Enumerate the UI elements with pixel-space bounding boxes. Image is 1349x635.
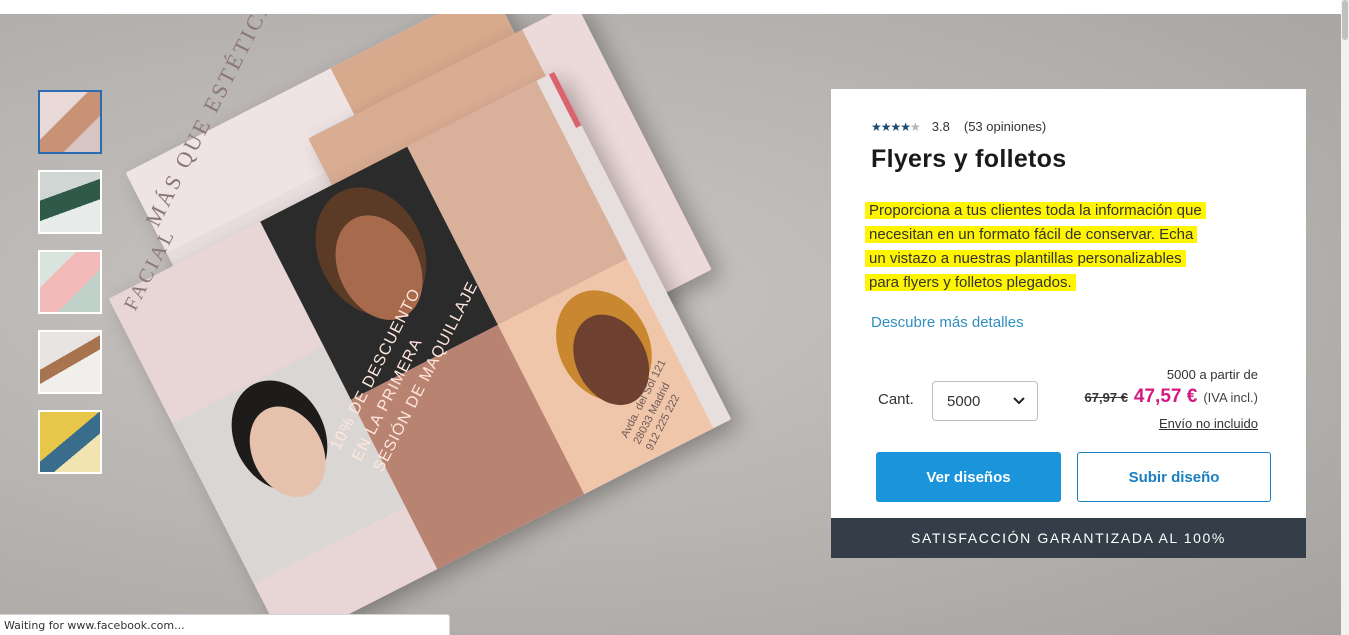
vat-note: (IVA incl.) [1203,390,1258,405]
quantity-select[interactable]: 5000 [932,381,1038,421]
description-line: necesitan en un formato fácil de conserv… [869,226,1194,243]
guarantee-banner: SATISFACCIÓN GARANTIZADA AL 100% [831,518,1306,558]
product-description: Proporciona a tus clientes toda la infor… [869,199,1269,295]
price-row: 67,97 € 47,57 € (IVA incl.) [1085,386,1258,408]
browser-status-bar: Waiting for www.facebook.com... [0,614,450,635]
description-line: para flyers y folletos plegados. [869,274,1072,291]
scrollbar-thumb[interactable] [1342,0,1348,40]
new-price: 47,57 € [1133,386,1198,407]
quantity-label: Cant. [878,391,914,408]
thumbnail-list [38,90,102,490]
quantity-value: 5000 [947,392,981,410]
description-line: un vistazo a nuestras plantillas persona… [869,250,1182,267]
star-rating-icon: ★★★★★ [871,119,921,134]
product-title: Flyers y folletos [871,145,1067,173]
model-portrait-1 [234,393,341,510]
thumbnail-5[interactable] [38,410,102,474]
view-designs-button[interactable]: Ver diseños [876,452,1061,502]
scrollbar[interactable] [1341,0,1349,635]
thumbnail-4[interactable] [38,330,102,394]
price-block: 5000 a partir de 67,97 € 47,57 € (IVA in… [1085,367,1258,433]
rating-value: 3.8 [931,119,950,134]
description-line: Proporciona a tus clientes toda la infor… [869,202,1202,219]
upload-design-button[interactable]: Subir diseño [1077,452,1271,502]
thumbnail-2[interactable] [38,170,102,234]
reviews-count[interactable]: (53 opiniones) [964,119,1046,134]
chevron-down-icon [1013,394,1025,408]
old-price: 67,97 € [1084,390,1128,405]
product-card: ★★★★★ 3.8 (53 opiniones) Flyers y follet… [831,89,1306,558]
rating[interactable]: ★★★★★ 3.8 (53 opiniones) [871,119,1046,134]
thumbnail-1[interactable] [38,90,102,154]
thumbnail-3[interactable] [38,250,102,314]
shipping-link[interactable]: Envío no incluido [1159,416,1258,431]
price-from: 5000 a partir de [1166,367,1258,382]
top-strip [0,0,1349,14]
details-link[interactable]: Descubre más detalles [871,314,1024,331]
